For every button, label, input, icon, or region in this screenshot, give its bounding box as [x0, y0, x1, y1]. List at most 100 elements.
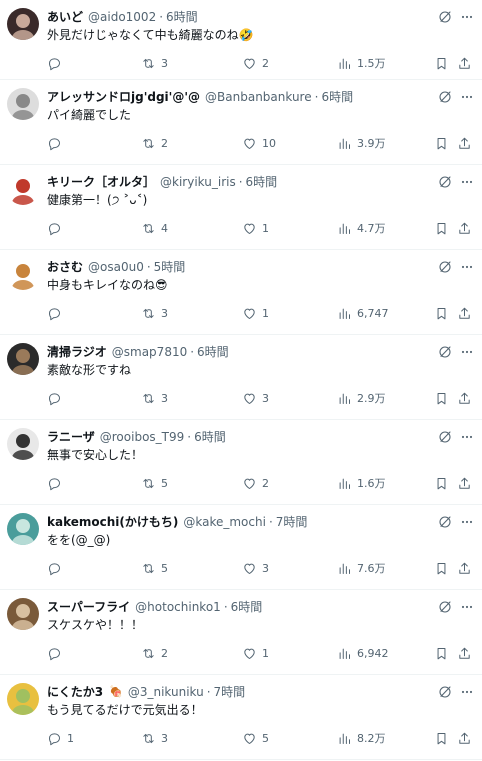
more-icon[interactable]: [459, 9, 475, 25]
timestamp[interactable]: 6時間: [166, 8, 198, 26]
retweet-button[interactable]: 3: [141, 305, 168, 321]
share-button[interactable]: [457, 730, 472, 746]
share-button[interactable]: [457, 135, 472, 151]
reply-button[interactable]: [47, 305, 67, 321]
grok-icon[interactable]: [437, 89, 453, 105]
avatar[interactable]: [7, 258, 39, 290]
retweet-button[interactable]: 3: [141, 390, 168, 406]
views-button[interactable]: 4.7万: [337, 220, 386, 236]
share-button[interactable]: [457, 645, 472, 661]
avatar[interactable]: [7, 598, 39, 630]
like-button[interactable]: 10: [242, 135, 276, 151]
avatar[interactable]: [7, 683, 39, 715]
bookmark-button[interactable]: [434, 220, 449, 236]
more-icon[interactable]: [459, 344, 475, 360]
display-name[interactable]: アレッサンドロjg'dgi'@'@: [47, 88, 200, 106]
display-name[interactable]: にくたか3: [47, 683, 103, 701]
retweet-button[interactable]: 2: [141, 135, 168, 151]
more-icon[interactable]: [459, 429, 475, 445]
like-button[interactable]: 2: [242, 55, 269, 71]
timestamp[interactable]: 6時間: [246, 173, 278, 191]
timestamp[interactable]: 6時間: [321, 88, 353, 106]
reply-button[interactable]: [47, 475, 67, 491]
user-handle[interactable]: @hotochinko1: [135, 598, 221, 616]
like-button[interactable]: 1: [242, 305, 269, 321]
avatar[interactable]: [7, 343, 39, 375]
views-button[interactable]: 1.5万: [337, 55, 386, 71]
like-button[interactable]: 2: [242, 475, 269, 491]
display-name[interactable]: あいど: [47, 8, 83, 26]
reply-button[interactable]: [47, 560, 67, 576]
avatar[interactable]: [7, 88, 39, 120]
grok-icon[interactable]: [437, 429, 453, 445]
retweet-button[interactable]: 2: [141, 645, 168, 661]
timestamp[interactable]: 7時間: [214, 683, 246, 701]
grok-icon[interactable]: [437, 514, 453, 530]
display-name[interactable]: キリーク［オルタ］: [47, 173, 155, 191]
tweet[interactable]: おさむ @osa0u0 · 5時間 中身もキレイなのね😎 3 1 6,747: [0, 250, 482, 335]
retweet-button[interactable]: 5: [141, 560, 168, 576]
grok-icon[interactable]: [437, 174, 453, 190]
views-button[interactable]: 6,747: [337, 305, 389, 321]
user-handle[interactable]: @osa0u0: [88, 258, 144, 276]
more-icon[interactable]: [459, 259, 475, 275]
retweet-button[interactable]: 3: [141, 55, 168, 71]
reply-button[interactable]: [47, 645, 67, 661]
user-handle[interactable]: @aido1002: [88, 8, 156, 26]
share-button[interactable]: [457, 220, 472, 236]
more-icon[interactable]: [459, 89, 475, 105]
like-button[interactable]: 3: [242, 390, 269, 406]
bookmark-button[interactable]: [434, 135, 449, 151]
grok-icon[interactable]: [437, 599, 453, 615]
more-icon[interactable]: [459, 684, 475, 700]
share-button[interactable]: [457, 55, 472, 71]
retweet-button[interactable]: 3: [141, 730, 168, 746]
reply-button[interactable]: 1: [47, 730, 74, 746]
grok-icon[interactable]: [437, 9, 453, 25]
avatar[interactable]: [7, 428, 39, 460]
bookmark-button[interactable]: [434, 390, 449, 406]
like-button[interactable]: 5: [242, 730, 269, 746]
views-button[interactable]: 7.6万: [337, 560, 386, 576]
user-handle[interactable]: @smap7810: [112, 343, 187, 361]
user-handle[interactable]: @Banbanbankure: [205, 88, 312, 106]
bookmark-button[interactable]: [434, 560, 449, 576]
views-button[interactable]: 6,942: [337, 645, 389, 661]
timestamp[interactable]: 6時間: [231, 598, 263, 616]
display-name[interactable]: おさむ: [47, 258, 83, 276]
user-handle[interactable]: @3_nikuniku: [128, 683, 204, 701]
avatar[interactable]: [7, 513, 39, 545]
tweet[interactable]: アレッサンドロjg'dgi'@'@ @Banbanbankure · 6時間 パイ綺麗で…: [0, 80, 482, 165]
tweet[interactable]: あいど @aido1002 · 6時間 外見だけじゃなくて中も綺麗なのね🤣 3 2 1.5万: [0, 0, 482, 80]
avatar[interactable]: [7, 8, 39, 40]
like-button[interactable]: 1: [242, 220, 269, 236]
more-icon[interactable]: [459, 514, 475, 530]
views-button[interactable]: 8.2万: [337, 730, 386, 746]
views-button[interactable]: 2.9万: [337, 390, 386, 406]
tweet[interactable]: 清掃ラジオ @smap7810 · 6時間 素敵な形ですね 3 3 2.9万: [0, 335, 482, 420]
display-name[interactable]: ラニーザ: [47, 428, 95, 446]
user-handle[interactable]: @kake_mochi: [183, 513, 266, 531]
tweet[interactable]: ラニーザ @rooibos_T99 · 6時間 無事で安心した！ 5 2 1.6万: [0, 420, 482, 505]
display-name[interactable]: スーパーフライ: [47, 598, 130, 616]
bookmark-button[interactable]: [434, 730, 449, 746]
views-button[interactable]: 3.9万: [337, 135, 386, 151]
tweet[interactable]: キリーク［オルタ］ @kiryiku_iris · 6時間 健康第一！(੭ ˃ᴗ˂) 4 1…: [0, 165, 482, 250]
bookmark-button[interactable]: [434, 645, 449, 661]
retweet-button[interactable]: 5: [141, 475, 168, 491]
display-name[interactable]: kakemochi(かけもち): [47, 513, 178, 531]
grok-icon[interactable]: [437, 344, 453, 360]
grok-icon[interactable]: [437, 684, 453, 700]
like-button[interactable]: 1: [242, 645, 269, 661]
retweet-button[interactable]: 4: [141, 220, 168, 236]
share-button[interactable]: [457, 390, 472, 406]
avatar[interactable]: [7, 173, 39, 205]
tweet[interactable]: にくたか3 🍖 @3_nikuniku · 7時間 もう見てるだけで元気出る！ 1 3 5 8.2…: [0, 675, 482, 760]
more-icon[interactable]: [459, 599, 475, 615]
grok-icon[interactable]: [437, 259, 453, 275]
user-handle[interactable]: @rooibos_T99: [100, 428, 185, 446]
like-button[interactable]: 3: [242, 560, 269, 576]
share-button[interactable]: [457, 305, 472, 321]
user-handle[interactable]: @kiryiku_iris: [160, 173, 236, 191]
timestamp[interactable]: 7時間: [276, 513, 308, 531]
